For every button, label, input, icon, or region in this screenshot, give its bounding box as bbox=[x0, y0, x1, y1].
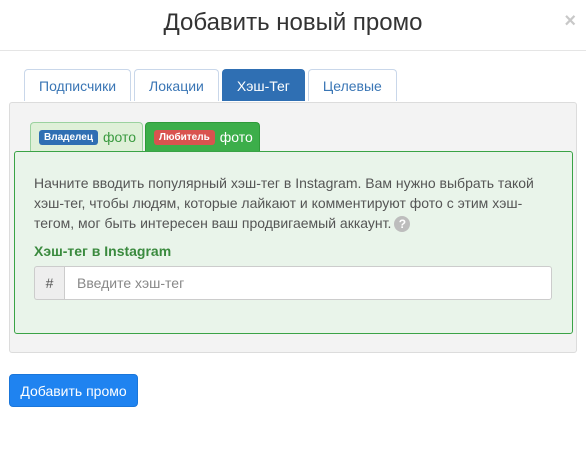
owner-tab-label: фото bbox=[102, 129, 137, 145]
hashtag-description: Начните вводить популярный хэш-тег в Ins… bbox=[34, 173, 544, 233]
close-icon[interactable]: × bbox=[564, 11, 576, 31]
tab-owner-photo[interactable]: Владелец фото bbox=[30, 122, 144, 151]
hashtag-field-label: Хэш-тег в Instagram bbox=[34, 243, 172, 259]
tab-followers[interactable]: Подписчики bbox=[24, 69, 132, 101]
tab-panel: Владелец фото Любитель фото Начните ввод… bbox=[9, 102, 577, 353]
hashtag-input[interactable] bbox=[64, 266, 552, 300]
fan-tab-label: фото bbox=[219, 129, 253, 145]
hash-addon: # bbox=[34, 266, 64, 300]
tab-targeted[interactable]: Целевые bbox=[307, 69, 397, 101]
hashtag-panel: Начните вводить популярный хэш-тег в Ins… bbox=[14, 151, 573, 334]
modal-title: Добавить новый промо bbox=[163, 9, 423, 36]
add-promo-button[interactable]: Добавить промо bbox=[9, 374, 138, 407]
modal-header: Добавить новый промо × bbox=[0, 0, 586, 51]
description-text: Начните вводить популярный хэш-тег в Ins… bbox=[34, 175, 534, 231]
fan-badge: Любитель bbox=[154, 129, 215, 145]
help-icon[interactable]: ? bbox=[394, 216, 411, 233]
tab-fan-photo[interactable]: Любитель фото bbox=[145, 122, 260, 151]
tab-hashtag[interactable]: Хэш-Тег bbox=[221, 69, 305, 101]
promo-type-tabs: Подписчики Локации Хэш-Тег Целевые bbox=[24, 69, 400, 102]
tab-locations[interactable]: Локации bbox=[134, 69, 219, 101]
photo-source-tabs: Владелец фото Любитель фото bbox=[30, 122, 262, 152]
hashtag-input-group: # bbox=[34, 266, 552, 300]
owner-badge: Владелец bbox=[39, 129, 98, 145]
